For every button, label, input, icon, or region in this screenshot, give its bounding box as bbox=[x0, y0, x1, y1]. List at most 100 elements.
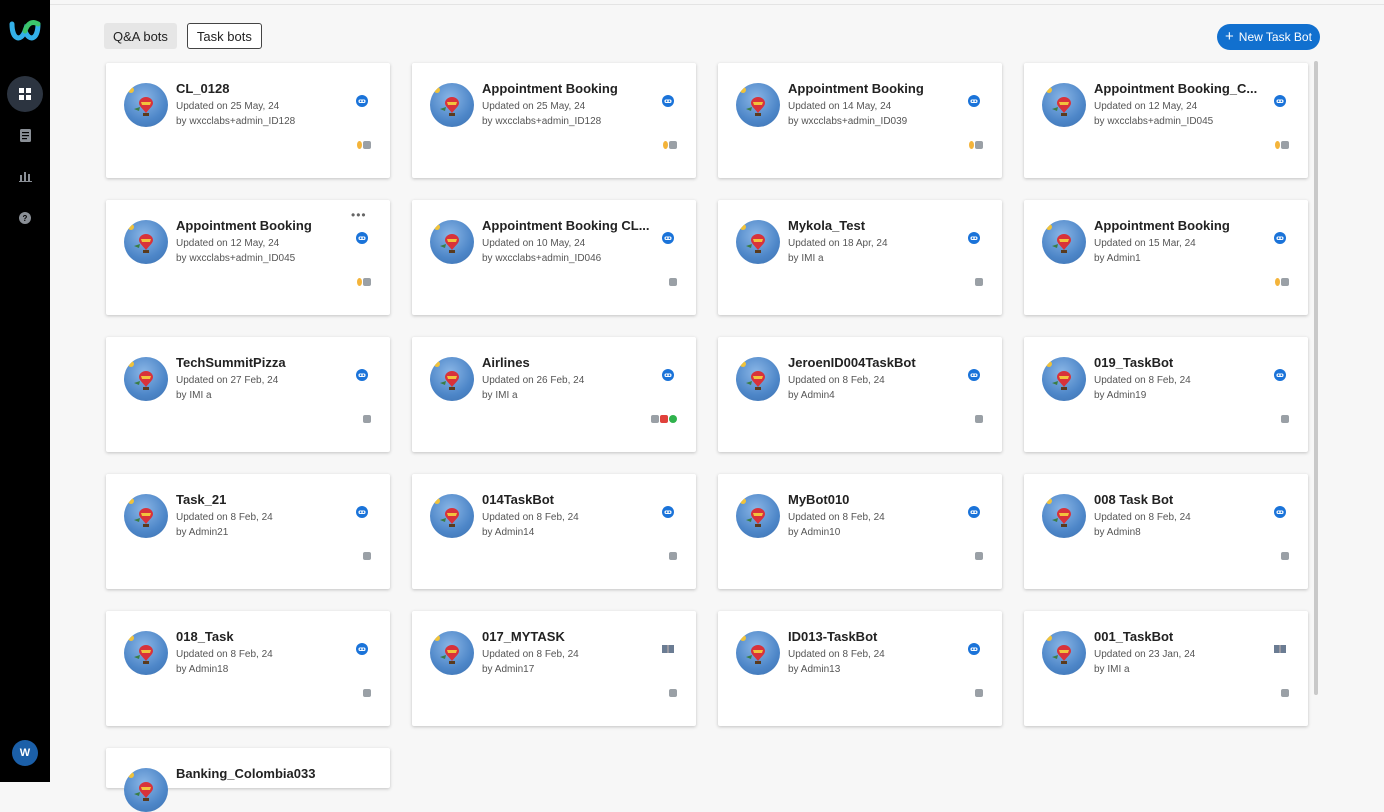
channel-icons bbox=[363, 415, 371, 423]
bot-title: Airlines bbox=[482, 355, 530, 370]
bot-avatar-icon bbox=[1042, 357, 1086, 401]
voice-channel-icon bbox=[663, 141, 668, 149]
bot-updated-date: Updated on 8 Feb, 24 bbox=[176, 512, 273, 523]
bot-updated-date: Updated on 25 May, 24 bbox=[482, 101, 586, 112]
sms-channel-icon bbox=[660, 415, 668, 423]
bot-icon bbox=[662, 369, 674, 381]
scrollbar[interactable] bbox=[1314, 61, 1318, 695]
user-avatar[interactable]: W bbox=[12, 740, 38, 766]
bot-title: Appointment Booking bbox=[176, 218, 312, 233]
bot-avatar-icon bbox=[430, 494, 474, 538]
channel-icons bbox=[1281, 552, 1289, 560]
bot-card[interactable]: Appointment Booking Updated on 15 Mar, 24… bbox=[1024, 200, 1308, 315]
bot-author: by Admin10 bbox=[788, 527, 841, 538]
bot-author: by wxcclabs+admin_ID045 bbox=[1094, 116, 1214, 127]
nav-analytics[interactable] bbox=[7, 158, 43, 194]
voice-channel-icon bbox=[357, 278, 362, 286]
bot-updated-date: Updated on 8 Feb, 24 bbox=[1094, 375, 1191, 386]
new-task-bot-button[interactable]: + New Task Bot bbox=[1217, 24, 1320, 50]
bot-updated-date: Updated on 12 May, 24 bbox=[1094, 101, 1198, 112]
bot-card[interactable]: Banking_Colombia033 bbox=[106, 748, 390, 812]
channel-icons bbox=[669, 689, 677, 697]
chat-channel-icon bbox=[669, 552, 677, 560]
bot-type-tabs: Q&A bots Task bots bbox=[104, 23, 262, 49]
bot-card[interactable]: 008 Task Bot Updated on 8 Feb, 24 by Admin… bbox=[1024, 474, 1308, 589]
bot-title: Appointment Booking bbox=[788, 81, 924, 96]
bot-card[interactable]: Appointment Booking Updated on 12 May, 24… bbox=[106, 200, 390, 315]
bot-title: Appointment Booking_C... bbox=[1094, 81, 1258, 96]
bot-card[interactable]: ID013-TaskBot Updated on 8 Feb, 24 by Admi… bbox=[718, 611, 1002, 726]
bot-card[interactable]: Appointment Booking Updated on 14 May, 24… bbox=[718, 63, 1002, 178]
chat-channel-icon bbox=[363, 415, 371, 423]
bot-card[interactable]: MyBot010 Updated on 8 Feb, 24 by Admin10 bbox=[718, 474, 1002, 589]
bot-avatar-icon bbox=[124, 220, 168, 264]
bot-title: Appointment Booking CL... bbox=[482, 218, 650, 233]
chat-channel-icon bbox=[975, 689, 983, 697]
bot-avatar-icon bbox=[124, 494, 168, 538]
bot-icon bbox=[662, 506, 674, 518]
bot-icon bbox=[356, 232, 368, 244]
chat-channel-icon bbox=[363, 141, 371, 149]
bot-card[interactable]: 001_TaskBot Updated on 23 Jan, 24 by IMI a bbox=[1024, 611, 1308, 726]
bot-card[interactable]: 018_Task Updated on 8 Feb, 24 by Admin18 bbox=[106, 611, 390, 726]
book-icon bbox=[1274, 645, 1286, 653]
bot-card[interactable]: Task_21 Updated on 8 Feb, 24 by Admin21 bbox=[106, 474, 390, 589]
bot-title: Mykola_Test bbox=[788, 218, 866, 233]
bot-card[interactable]: TechSummitPizza Updated on 27 Feb, 24 by I… bbox=[106, 337, 390, 452]
channel-icons bbox=[1275, 141, 1289, 149]
channel-icons bbox=[363, 689, 371, 697]
bot-avatar-icon bbox=[736, 494, 780, 538]
bot-avatar-icon bbox=[430, 357, 474, 401]
bot-avatar-icon bbox=[430, 83, 474, 127]
chat-channel-icon bbox=[1281, 415, 1289, 423]
channel-icons bbox=[651, 415, 677, 423]
bot-updated-date: Updated on 14 May, 24 bbox=[788, 101, 892, 112]
bot-icon bbox=[662, 232, 674, 244]
bot-card[interactable]: Appointment Booking_C... Updated on 12 Ma… bbox=[1024, 63, 1308, 178]
chat-channel-icon bbox=[669, 141, 677, 149]
tab-qa-bots[interactable]: Q&A bots bbox=[104, 23, 177, 49]
tab-task-bots[interactable]: Task bots bbox=[186, 23, 262, 49]
bot-title: 014TaskBot bbox=[482, 492, 555, 507]
bot-updated-date: Updated on 27 Feb, 24 bbox=[176, 375, 279, 386]
bot-title: CL_0128 bbox=[176, 81, 230, 96]
bot-updated-date: Updated on 8 Feb, 24 bbox=[788, 512, 885, 523]
bot-card[interactable]: Mykola_Test Updated on 18 Apr, 24 by IMI a bbox=[718, 200, 1002, 315]
bot-author: by Admin19 bbox=[1094, 390, 1147, 401]
bot-card[interactable]: Appointment Booking Updated on 25 May, 24… bbox=[412, 63, 696, 178]
bot-updated-date: Updated on 12 May, 24 bbox=[176, 238, 280, 249]
bot-title: Banking_Colombia033 bbox=[176, 766, 316, 781]
bot-author: by Admin14 bbox=[482, 527, 535, 538]
bot-card[interactable]: 019_TaskBot Updated on 8 Feb, 24 by Admin1… bbox=[1024, 337, 1308, 452]
bot-avatar-icon bbox=[1042, 494, 1086, 538]
channel-icons bbox=[975, 415, 983, 423]
bot-author: by IMI a bbox=[1094, 664, 1130, 675]
channel-icons bbox=[357, 141, 371, 149]
bot-card[interactable]: 014TaskBot Updated on 8 Feb, 24 by Admin14 bbox=[412, 474, 696, 589]
bot-avatar-icon bbox=[1042, 83, 1086, 127]
nav-dashboard[interactable] bbox=[7, 76, 43, 112]
bot-title: 001_TaskBot bbox=[1094, 629, 1174, 644]
bot-updated-date: Updated on 8 Feb, 24 bbox=[482, 649, 579, 660]
chat-channel-icon bbox=[363, 689, 371, 697]
bot-updated-date: Updated on 8 Feb, 24 bbox=[176, 649, 273, 660]
bot-author: by Admin18 bbox=[176, 664, 229, 675]
chat-channel-icon bbox=[669, 689, 677, 697]
bot-title: 019_TaskBot bbox=[1094, 355, 1174, 370]
bot-card[interactable]: JeroenID004TaskBot Updated on 8 Feb, 24 by… bbox=[718, 337, 1002, 452]
more-options-icon[interactable]: ••• bbox=[351, 209, 367, 221]
chat-channel-icon bbox=[651, 415, 659, 423]
bot-author: by Admin4 bbox=[788, 390, 835, 401]
nav-help[interactable]: ? bbox=[7, 200, 43, 236]
channel-icons bbox=[1281, 415, 1289, 423]
bot-icon bbox=[968, 369, 980, 381]
bot-icon bbox=[356, 506, 368, 518]
bot-card[interactable]: CL_0128 Updated on 25 May, 24 by wxcclabs+… bbox=[106, 63, 390, 178]
bot-card[interactable]: Appointment Booking CL... Updated on 10 M… bbox=[412, 200, 696, 315]
bot-card[interactable]: Airlines Updated on 26 Feb, 24 by IMI a bbox=[412, 337, 696, 452]
chat-channel-icon bbox=[975, 278, 983, 286]
bot-icon bbox=[356, 643, 368, 655]
bot-card[interactable]: 017_MYTASK Updated on 8 Feb, 24 by Admin17 bbox=[412, 611, 696, 726]
nav-documents[interactable] bbox=[7, 117, 43, 153]
bot-title: 017_MYTASK bbox=[482, 629, 565, 644]
